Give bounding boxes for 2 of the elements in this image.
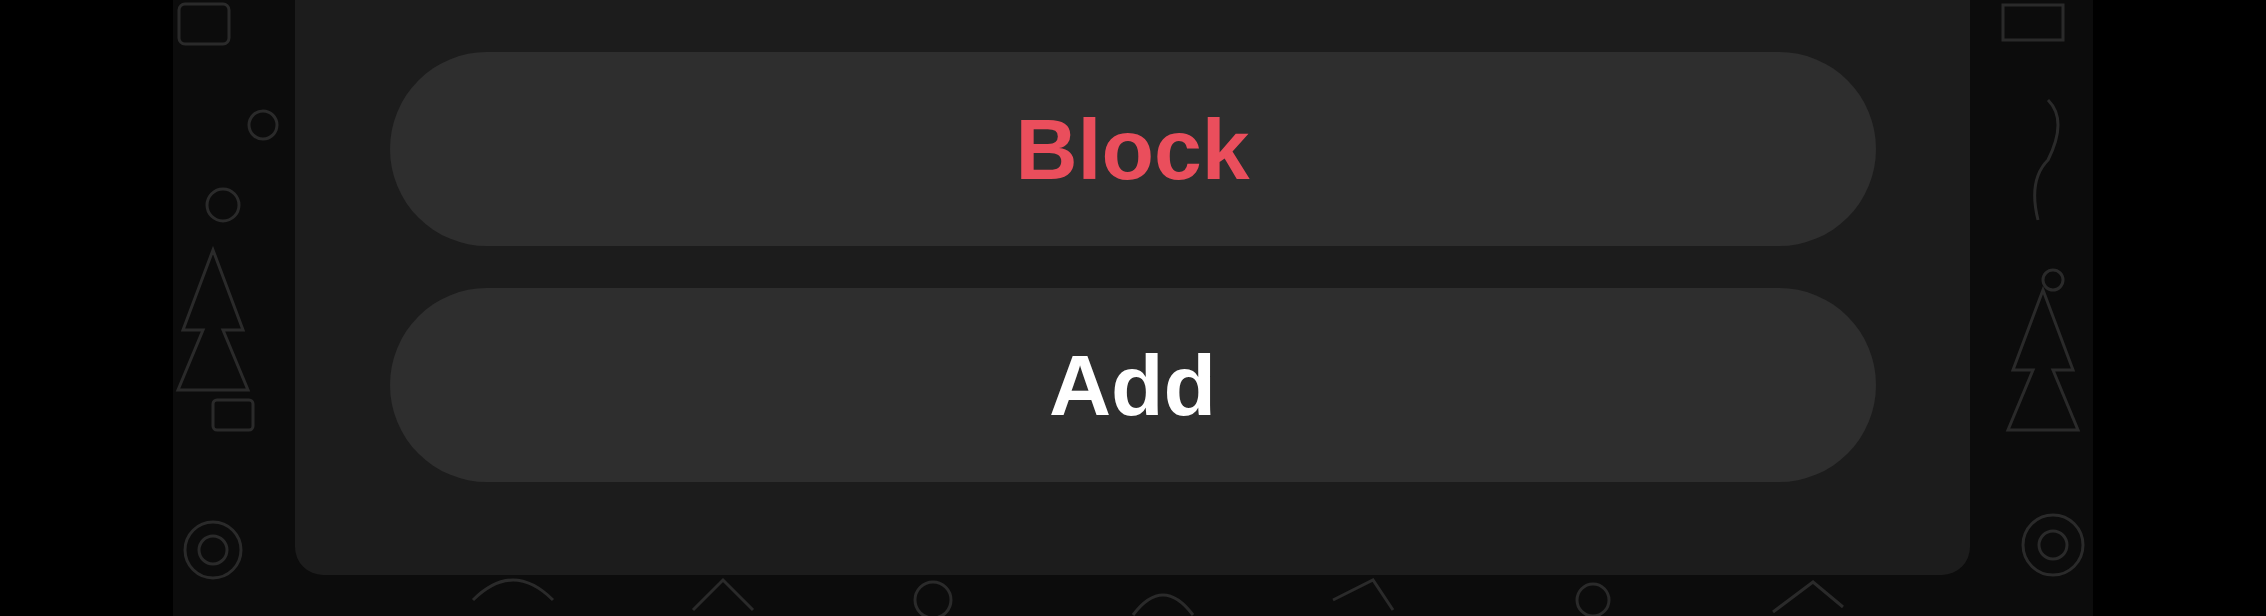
action-button[interactable]: Add [389, 288, 1876, 482]
block-button[interactable]: Block [389, 52, 1876, 246]
